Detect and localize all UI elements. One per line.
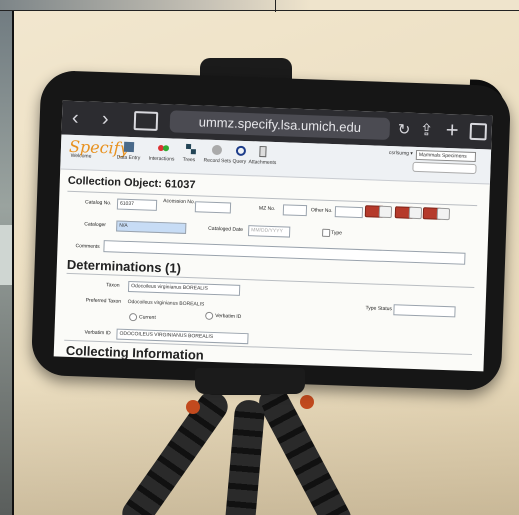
add-button[interactable] <box>378 205 393 219</box>
address-bar[interactable]: ummz.specify.lsa.umich.edu <box>169 110 391 141</box>
data-entry-icon[interactable] <box>123 141 135 153</box>
record-sets-icon[interactable] <box>211 144 223 156</box>
type-status-label: Type Status <box>365 305 393 313</box>
mz-no-field[interactable] <box>282 204 308 217</box>
inset-photo-top <box>0 0 519 11</box>
accession-field[interactable] <box>194 201 232 214</box>
verbatim-id-checkbox-label: Verbatim ID <box>215 313 242 320</box>
comments-label: Comments <box>75 243 100 250</box>
cataloger-field[interactable]: N/A <box>116 220 187 234</box>
attachments-icon[interactable] <box>257 145 269 158</box>
type-status-select[interactable] <box>393 304 456 318</box>
catalog-no-field[interactable]: 61037 <box>116 198 158 211</box>
phone-screen: ‹ › ummz.specify.lsa.umich.edu ↻ ⇪ + Spe… <box>53 100 493 372</box>
inset-photo-strip <box>0 225 12 285</box>
current-radio[interactable] <box>128 313 138 322</box>
new-tab-icon[interactable]: + <box>445 117 459 143</box>
cataloged-date-field[interactable]: MM/DD/YYYY <box>247 225 291 238</box>
toolbar-attachments[interactable]: Attachments <box>248 159 276 166</box>
toolbar-welcome[interactable]: Welcome <box>71 153 92 160</box>
photo-scene: ‹ › ummz.specify.lsa.umich.edu ↻ ⇪ + Spe… <box>0 0 519 515</box>
toolbar-interactions[interactable]: Interactions <box>149 156 175 163</box>
verbatim-id-label: Verbatim ID <box>84 329 111 337</box>
cataloged-date-placeholder: MM/DD/YYYY <box>251 227 283 235</box>
inset-divider <box>275 0 276 12</box>
more-button[interactable] <box>436 207 451 221</box>
share-icon[interactable]: ⇪ <box>419 120 433 140</box>
user-menu[interactable]: csrlsumg ▾ <box>389 150 413 157</box>
collection-object-form: Collection Object: 61037 Catalog No. 610… <box>54 169 490 372</box>
taxon-field[interactable]: Odocoileus virginianus BOREALIS <box>127 280 241 296</box>
toolbar-query[interactable]: Query <box>232 159 246 165</box>
form-title: Collection Object: 61037 <box>67 174 196 192</box>
other-no-label: Other No. <box>310 207 333 215</box>
taxon-value: Odocoileus virginianus BOREALIS <box>131 283 208 292</box>
verbatim-id-checkbox[interactable] <box>205 311 214 320</box>
type-label: Type <box>331 230 343 237</box>
tripod-joint <box>186 400 200 414</box>
cataloger-label: Cataloger <box>84 221 107 229</box>
cataloger-value: N/A <box>119 222 128 229</box>
preferred-taxon-label: Preferred Taxon <box>85 297 122 305</box>
phone-clamp-bottom <box>195 368 305 394</box>
type-checkbox[interactable] <box>322 228 331 237</box>
cataloged-date-label: Cataloged Date <box>208 225 244 233</box>
mz-no-label: MZ No. <box>258 205 276 213</box>
catalog-no-label: Catalog No. <box>84 199 112 207</box>
forward-icon[interactable]: › <box>102 108 109 131</box>
carry-button[interactable] <box>408 206 423 220</box>
toolbar-trees[interactable]: Trees <box>182 157 195 163</box>
query-icon[interactable] <box>235 145 247 157</box>
catalog-no-value: 61037 <box>119 200 135 208</box>
collection-select[interactable]: Mammals Specimens <box>415 149 477 163</box>
current-label: Current <box>138 314 156 321</box>
other-no-field[interactable] <box>334 206 364 219</box>
toolbar-record-sets[interactable]: Record Sets <box>203 158 231 165</box>
tripod-joint <box>300 395 314 409</box>
taxon-label: Taxon <box>106 282 120 289</box>
tabs-icon[interactable] <box>469 122 488 141</box>
toolbar-data-entry[interactable]: Data Entry <box>117 154 141 161</box>
search-input[interactable] <box>412 161 477 175</box>
trees-icon[interactable] <box>185 143 197 155</box>
accession-label: Accession No. <box>163 198 196 206</box>
interactions-icon[interactable] <box>157 142 169 154</box>
preferred-taxon-value: Odocoileus virginianus BOREALIS <box>127 298 205 308</box>
bookmarks-icon[interactable] <box>133 111 159 131</box>
reload-icon[interactable]: ↻ <box>397 120 410 138</box>
verbatim-id-value: ODOCOILEUS VIRGINIANUS BOREALIS <box>119 330 214 340</box>
back-icon[interactable]: ‹ <box>72 107 79 130</box>
